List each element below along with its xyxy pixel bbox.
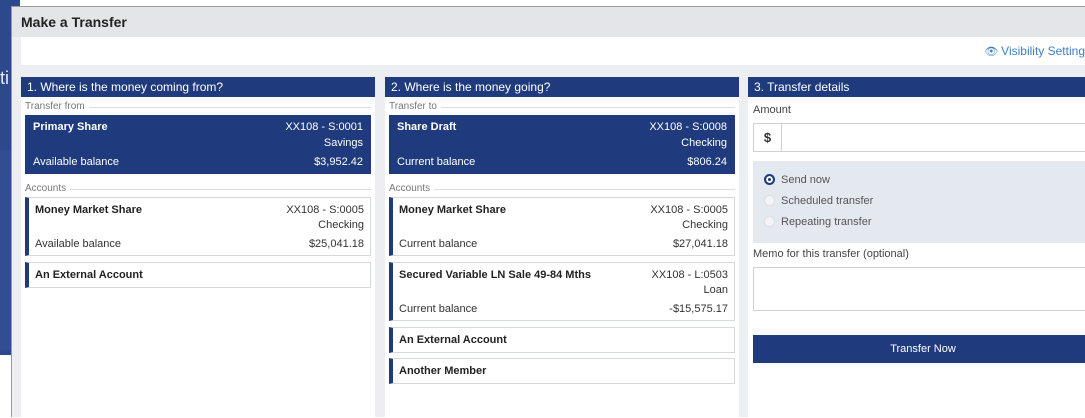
balance-value: $25,041.18 [308, 238, 364, 250]
balance-label: Available balance [33, 156, 120, 168]
transfer-now-button[interactable]: Transfer Now [753, 335, 1085, 363]
memo-input[interactable] [753, 267, 1085, 311]
source-account-card[interactable]: Money Market Share XX108 - S:0005 Checki… [25, 197, 371, 256]
destination-column-header: 2. Where is the money going? [385, 77, 739, 97]
accounts-label: Accounts [21, 182, 375, 196]
account-name: Primary Share [33, 121, 108, 133]
selected-destination-account[interactable]: Share Draft XX108 - S:0008 Checking Curr… [389, 115, 735, 174]
account-number: XX108 - S:0008 [649, 121, 727, 133]
source-column: 1. Where is the money coming from? Trans… [21, 77, 375, 418]
details-column: 3. Transfer details Amount $ Send now Sc… [748, 77, 1085, 418]
selected-source-account[interactable]: Primary Share XX108 - S:0001 Savings Ava… [25, 115, 371, 174]
account-number: XX108 - S:0001 [285, 121, 363, 133]
balance-label: Current balance [397, 156, 476, 168]
destination-column: 2. Where is the money going? Transfer to… [385, 77, 739, 418]
balance-label: Available balance [35, 238, 122, 250]
transfer-timing-options: Send now Scheduled transfer Repeating tr… [753, 161, 1085, 243]
amount-field[interactable]: $ [753, 123, 1085, 152]
radio-repeating-transfer[interactable]: Repeating transfer [764, 216, 872, 228]
radio-unselected-icon [764, 195, 775, 206]
account-name: An External Account [35, 269, 143, 281]
memo-label: Memo for this transfer (optional) [753, 248, 909, 260]
balance-value: -$15,575.17 [669, 303, 728, 315]
destination-account-card[interactable]: Secured Variable LN Sale 49-84 Mths XX10… [389, 262, 735, 321]
visibility-settings-link[interactable]: 👁 Visibility Settings [984, 44, 1085, 58]
amount-label: Amount [753, 104, 791, 116]
account-number: XX108 - L:0503 [651, 269, 728, 281]
account-name: Share Draft [397, 121, 457, 133]
account-number: XX108 - S:0005 [650, 204, 728, 216]
visibility-bar: 👁 Visibility Settings [21, 37, 1085, 65]
radio-selected-icon [764, 174, 775, 185]
account-name: Another Member [399, 365, 487, 377]
currency-symbol: $ [754, 124, 782, 151]
account-type: Checking [682, 219, 728, 231]
balance-label: Current balance [399, 238, 478, 250]
visibility-settings-label: Visibility Settings [1001, 44, 1085, 58]
transfer-modal: Make a Transfer 👁 Visibility Settings 1. … [11, 6, 1085, 418]
balance-value: $27,041.18 [672, 238, 728, 250]
destination-account-card[interactable]: An External Account [389, 327, 735, 353]
account-type: Savings [323, 137, 363, 149]
destination-account-card[interactable]: Money Market Share XX108 - S:0005 Checki… [389, 197, 735, 256]
account-name: Money Market Share [35, 204, 142, 216]
account-number: XX108 - S:0005 [286, 204, 364, 216]
source-account-card[interactable]: An External Account [25, 262, 371, 288]
radio-send-now[interactable]: Send now [764, 174, 830, 186]
transfer-from-label: Transfer from [21, 100, 375, 114]
destination-account-card[interactable]: Another Member [389, 358, 735, 384]
amount-input[interactable] [786, 128, 1085, 148]
radio-label: Repeating transfer [781, 216, 872, 228]
radio-label: Scheduled transfer [781, 195, 874, 207]
account-name: Secured Variable LN Sale 49-84 Mths [399, 269, 591, 281]
balance-value: $806.24 [687, 156, 727, 168]
account-type: Checking [681, 137, 727, 149]
transfer-to-label: Transfer to [385, 100, 739, 114]
account-name: Money Market Share [399, 204, 506, 216]
account-name: An External Account [399, 334, 507, 346]
radio-unselected-icon [764, 216, 775, 227]
details-column-header: 3. Transfer details [748, 77, 1085, 97]
accounts-label: Accounts [385, 182, 739, 196]
account-type: Checking [318, 219, 364, 231]
radio-label: Send now [781, 174, 830, 186]
radio-scheduled-transfer[interactable]: Scheduled transfer [764, 195, 873, 207]
modal-title: Make a Transfer [12, 7, 1085, 37]
account-type: Loan [703, 284, 728, 296]
balance-value: $3,952.42 [314, 156, 363, 168]
source-column-header: 1. Where is the money coming from? [21, 77, 375, 97]
eye-icon: 👁 [984, 46, 999, 58]
balance-label: Current balance [399, 303, 478, 315]
background-text-fragment: ti [0, 68, 9, 88]
